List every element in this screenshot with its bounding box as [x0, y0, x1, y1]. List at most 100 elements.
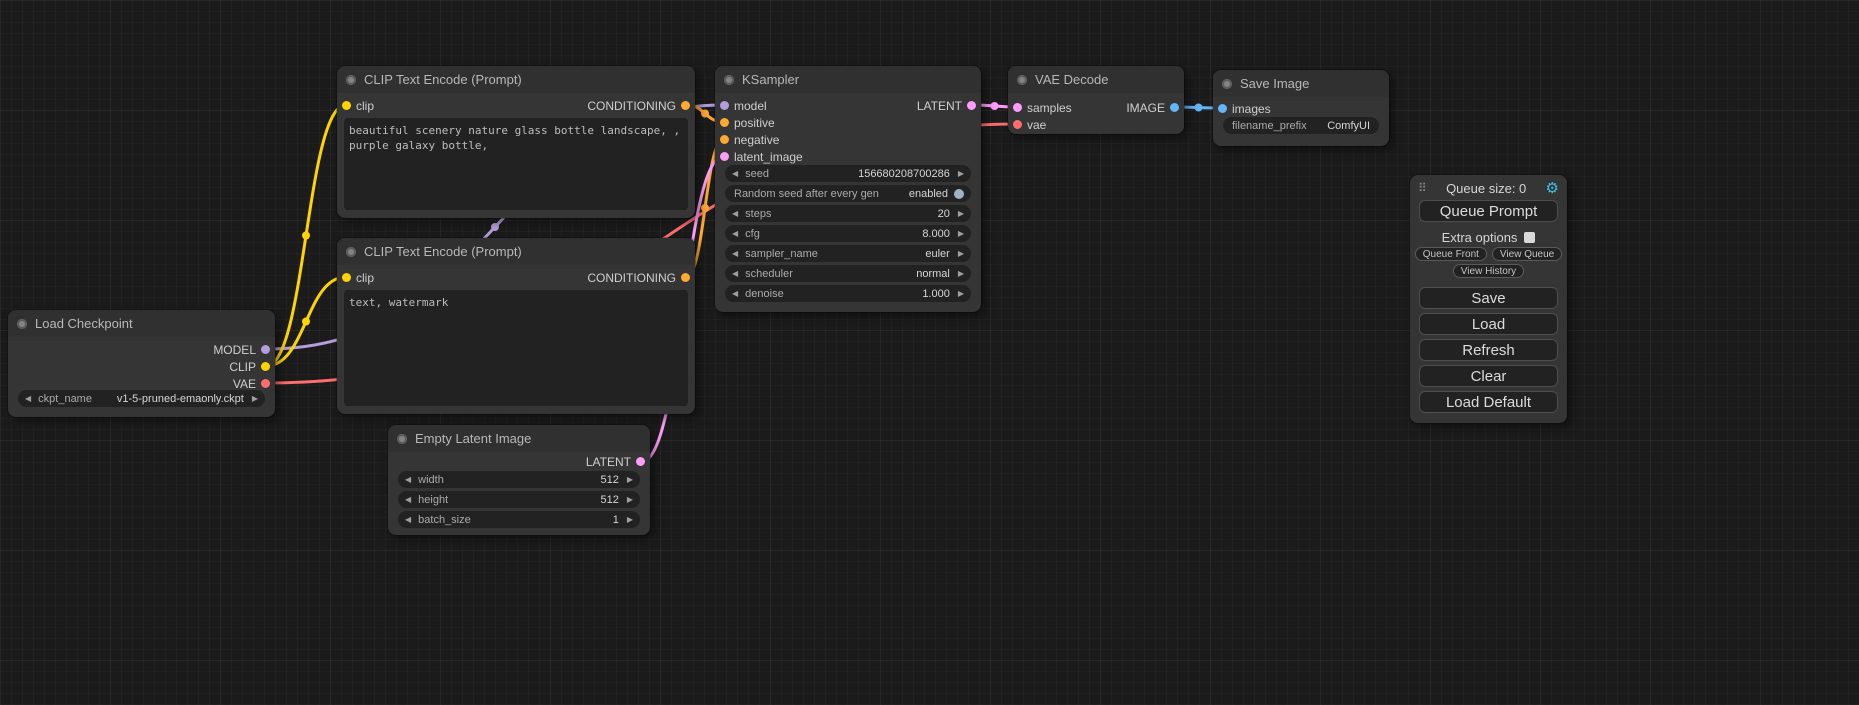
node-graph-canvas[interactable]: Load Checkpoint MODEL CLIP VAE ◀ ckpt_na…: [0, 0, 1859, 705]
output-slot-conditioning[interactable]: CONDITIONING: [337, 269, 695, 286]
decrement-arrow-icon[interactable]: ◀: [732, 245, 738, 262]
input-slot-latent-image[interactable]: latent_image: [715, 148, 981, 165]
queue-size-label: Queue size: 0: [1427, 181, 1546, 196]
image-output-dot[interactable]: [1170, 103, 1179, 112]
menu-drag-handle-icon[interactable]: ⠿: [1418, 181, 1427, 195]
node-title-bar[interactable]: Save Image: [1213, 70, 1389, 97]
load-default-button[interactable]: Load Default: [1419, 391, 1558, 413]
view-queue-button[interactable]: View Queue: [1492, 247, 1562, 261]
latent-image-input-dot[interactable]: [720, 152, 729, 161]
node-title-bar[interactable]: Empty Latent Image: [388, 425, 650, 452]
height-widget[interactable]: ◀ height 512 ▶: [398, 491, 640, 508]
steps-widget[interactable]: ◀ steps 20 ▶: [725, 205, 971, 222]
latent-output-dot[interactable]: [636, 457, 645, 466]
increment-arrow-icon[interactable]: ▶: [958, 165, 964, 182]
increment-arrow-icon[interactable]: ▶: [958, 225, 964, 242]
collapse-dot-icon[interactable]: [1017, 75, 1027, 85]
collapse-dot-icon[interactable]: [346, 247, 356, 257]
increment-arrow-icon[interactable]: ▶: [958, 285, 964, 302]
settings-gear-icon[interactable]: ⚙: [1546, 181, 1559, 196]
batch-size-widget[interactable]: ◀ batch_size 1 ▶: [398, 511, 640, 528]
vae-output-dot[interactable]: [261, 379, 270, 388]
output-slot-image[interactable]: IMAGE: [1008, 99, 1184, 116]
increment-arrow-icon[interactable]: ▶: [958, 245, 964, 262]
node-title-bar[interactable]: KSampler: [715, 66, 981, 93]
seed-widget[interactable]: ◀ seed 156680208700286 ▶: [725, 165, 971, 182]
slot-label: negative: [734, 133, 779, 147]
node-ksampler[interactable]: KSampler model LATENT positive negative …: [715, 66, 981, 312]
clear-button[interactable]: Clear: [1419, 365, 1558, 387]
images-input-dot[interactable]: [1218, 104, 1227, 113]
decrement-arrow-icon[interactable]: ◀: [732, 265, 738, 282]
link-midpoint-dot: [1195, 104, 1203, 112]
link-midpoint-dot: [991, 102, 999, 110]
clip-output-dot[interactable]: [261, 362, 270, 371]
increment-arrow-icon[interactable]: ▶: [958, 205, 964, 222]
prompt-textarea[interactable]: beautiful scenery nature glass bottle la…: [344, 118, 688, 210]
extra-options-checkbox[interactable]: [1524, 232, 1535, 243]
save-button[interactable]: Save: [1419, 287, 1558, 309]
node-empty-latent-image[interactable]: Empty Latent Image LATENT ◀ width 512 ▶ …: [388, 425, 650, 535]
input-slot-vae[interactable]: vae: [1008, 116, 1184, 133]
positive-input-dot[interactable]: [720, 118, 729, 127]
cfg-widget[interactable]: ◀ cfg 8.000 ▶: [725, 225, 971, 242]
random-seed-toggle-icon[interactable]: [954, 189, 964, 199]
decrement-arrow-icon[interactable]: ◀: [732, 205, 738, 222]
node-title-bar[interactable]: CLIP Text Encode (Prompt): [337, 66, 695, 93]
increment-arrow-icon[interactable]: ▶: [627, 471, 633, 488]
node-clip-text-encode-positive[interactable]: CLIP Text Encode (Prompt) clip CONDITION…: [337, 66, 695, 218]
width-widget[interactable]: ◀ width 512 ▶: [398, 471, 640, 488]
filename-prefix-widget[interactable]: filename_prefix ComfyUI: [1223, 117, 1379, 134]
refresh-button[interactable]: Refresh: [1419, 339, 1558, 361]
input-slot-negative[interactable]: negative: [715, 131, 981, 148]
collapse-dot-icon[interactable]: [724, 75, 734, 85]
denoise-widget[interactable]: ◀ denoise 1.000 ▶: [725, 285, 971, 302]
collapse-dot-icon[interactable]: [1222, 79, 1232, 89]
collapse-dot-icon[interactable]: [397, 434, 407, 444]
decrement-arrow-icon[interactable]: ◀: [405, 471, 411, 488]
node-title-bar[interactable]: Load Checkpoint: [8, 310, 275, 337]
node-load-checkpoint[interactable]: Load Checkpoint MODEL CLIP VAE ◀ ckpt_na…: [8, 310, 275, 417]
output-slot-latent[interactable]: LATENT: [388, 453, 650, 470]
output-slot-model[interactable]: MODEL: [8, 341, 275, 358]
load-button[interactable]: Load: [1419, 313, 1558, 335]
node-clip-text-encode-negative[interactable]: CLIP Text Encode (Prompt) clip CONDITION…: [337, 238, 695, 414]
input-slot-images[interactable]: images: [1213, 100, 1389, 117]
node-title-bar[interactable]: CLIP Text Encode (Prompt): [337, 238, 695, 265]
increment-arrow-icon[interactable]: ▶: [958, 265, 964, 282]
node-save-image[interactable]: Save Image images filename_prefix ComfyU…: [1213, 70, 1389, 146]
view-history-button[interactable]: View History: [1453, 264, 1524, 278]
vae-input-dot[interactable]: [1013, 120, 1022, 129]
decrement-arrow-icon[interactable]: ◀: [25, 390, 31, 407]
random-seed-widget[interactable]: Random seed after every gen enabled: [725, 185, 971, 202]
conditioning-output-dot[interactable]: [681, 273, 690, 282]
decrement-arrow-icon[interactable]: ◀: [732, 165, 738, 182]
conditioning-output-dot[interactable]: [681, 101, 690, 110]
queue-prompt-button[interactable]: Queue Prompt: [1419, 200, 1558, 222]
link-midpoint-dot: [491, 223, 499, 231]
prompt-textarea[interactable]: text, watermark: [344, 290, 688, 406]
model-output-dot[interactable]: [261, 345, 270, 354]
collapse-dot-icon[interactable]: [346, 75, 356, 85]
increment-arrow-icon[interactable]: ▶: [252, 390, 258, 407]
collapse-dot-icon[interactable]: [17, 319, 27, 329]
scheduler-widget[interactable]: ◀ scheduler normal ▶: [725, 265, 971, 282]
increment-arrow-icon[interactable]: ▶: [627, 491, 633, 508]
node-vae-decode[interactable]: VAE Decode samples IMAGE vae: [1008, 66, 1184, 134]
decrement-arrow-icon[interactable]: ◀: [405, 511, 411, 528]
latent-output-dot[interactable]: [967, 101, 976, 110]
decrement-arrow-icon[interactable]: ◀: [405, 491, 411, 508]
ckpt-name-widget[interactable]: ◀ ckpt_name v1-5-pruned-emaonly.ckpt ▶: [18, 390, 265, 407]
output-slot-clip[interactable]: CLIP: [8, 358, 275, 375]
decrement-arrow-icon[interactable]: ◀: [732, 285, 738, 302]
negative-input-dot[interactable]: [720, 135, 729, 144]
output-slot-latent[interactable]: LATENT: [715, 97, 981, 114]
decrement-arrow-icon[interactable]: ◀: [732, 225, 738, 242]
slot-label: vae: [1027, 118, 1046, 132]
node-title-bar[interactable]: VAE Decode: [1008, 66, 1184, 93]
input-slot-positive[interactable]: positive: [715, 114, 981, 131]
output-slot-conditioning[interactable]: CONDITIONING: [337, 97, 695, 114]
increment-arrow-icon[interactable]: ▶: [627, 511, 633, 528]
sampler-name-widget[interactable]: ◀ sampler_name euler ▶: [725, 245, 971, 262]
queue-front-button[interactable]: Queue Front: [1415, 247, 1487, 261]
